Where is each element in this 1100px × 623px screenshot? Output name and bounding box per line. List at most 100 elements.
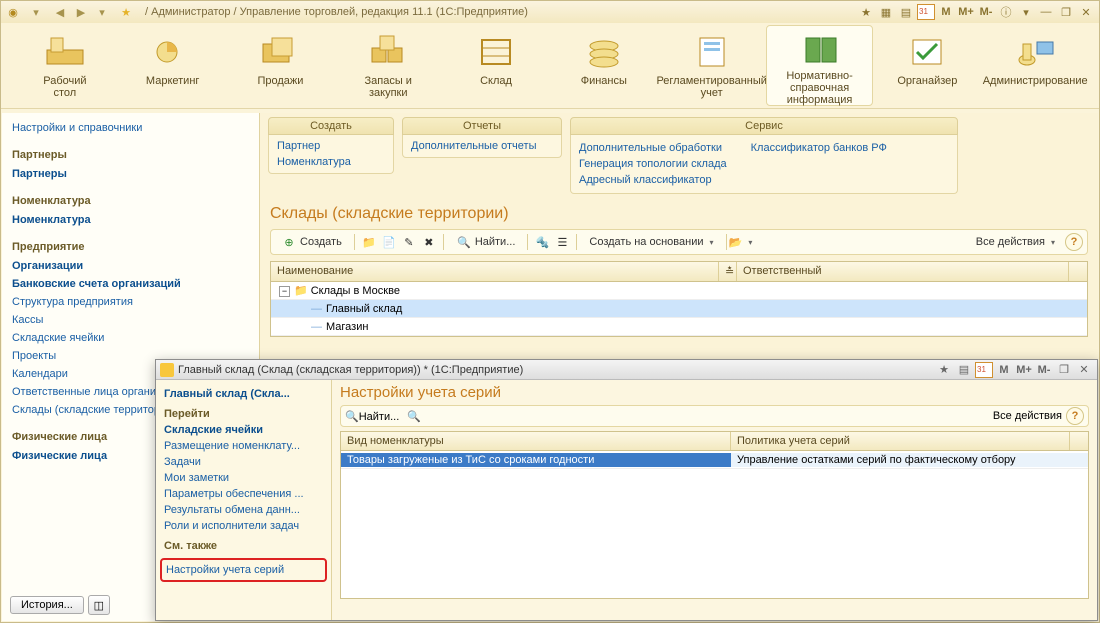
inner-left-nav: Главный склад (Скла... Перейти Складские… <box>156 380 332 620</box>
section-organizer[interactable]: Органайзер <box>873 25 981 106</box>
nav-enterprise-structure[interactable]: Структура предприятия <box>12 293 249 311</box>
app-logo-icon <box>160 363 174 377</box>
cmd-create-nomenclature[interactable]: Номенклатура <box>277 154 385 170</box>
item-icon: — <box>311 303 322 315</box>
memory-mminus[interactable]: M- <box>977 4 995 20</box>
cancel-find-button[interactable]: 🔍 <box>407 410 421 423</box>
clear-filter-button[interactable]: 🔩 <box>534 234 550 250</box>
section-sales[interactable]: Продажи <box>227 25 335 106</box>
restore-button[interactable]: ❐ <box>1057 4 1075 20</box>
grid-head-sort[interactable]: ≛ <box>719 262 737 281</box>
inner-nav-cells[interactable]: Складские ячейки <box>164 422 323 438</box>
window-title: / Администратор / Управление торговлей, … <box>141 6 851 18</box>
toolbar: ⊕Создать 📁 📄 ✎ ✖ 🔍Найти... 🔩 ☰ Создать н… <box>270 229 1088 255</box>
all-actions-button[interactable]: Все действия <box>993 410 1062 422</box>
cmd-address-classifier[interactable]: Адресный классификатор <box>579 172 727 188</box>
grid-head-kind[interactable]: Вид номенклатуры <box>341 432 731 450</box>
new-folder-button[interactable]: 📁 <box>361 234 377 250</box>
command-bar: Создать Партнер Номенклатура Отчеты Допо… <box>260 113 1098 199</box>
inner-nav-notes[interactable]: Мои заметки <box>164 470 323 486</box>
inner-nav-placement[interactable]: Размещение номенклату... <box>164 438 323 454</box>
favorites-icon[interactable]: ★ <box>935 362 953 378</box>
minimize-button[interactable]: — <box>1037 4 1055 20</box>
history-button[interactable]: История... <box>10 596 84 614</box>
inner-nav-header[interactable]: Главный склад (Скла... <box>164 386 323 402</box>
create-button[interactable]: ⊕Создать <box>275 232 348 252</box>
help-button[interactable]: ? <box>1065 233 1083 251</box>
table-row[interactable]: −📁Склады в Москве <box>271 282 1087 300</box>
inner-toolbar: 🔍Найти... 🔍 Все действия ? <box>340 405 1089 427</box>
folder-icon: 📁 <box>294 285 308 297</box>
table-row[interactable]: —Главный склад <box>271 300 1087 318</box>
cmd-group-reports: Отчеты <box>402 117 562 135</box>
inner-nav-supply-params[interactable]: Параметры обеспечения ... <box>164 486 323 502</box>
dropdown-icon[interactable]: ▾ <box>27 3 45 21</box>
inner-nav-exchange-results[interactable]: Результаты обмена данн... <box>164 502 323 518</box>
nav-cashboxes[interactable]: Кассы <box>12 311 249 329</box>
tree-toggle-icon[interactable]: − <box>279 286 290 297</box>
inner-nav-series-settings-highlight: Настройки учета серий <box>160 558 327 582</box>
section-marketing[interactable]: Маркетинг <box>119 25 227 106</box>
calendar-icon[interactable] <box>917 4 935 20</box>
cmd-additional-processing[interactable]: Дополнительные обработки <box>579 140 727 156</box>
app-logo-icon: ◉ <box>5 4 21 20</box>
find-button[interactable]: 🔍Найти... <box>345 410 399 423</box>
restore-button[interactable]: ❐ <box>1055 362 1073 378</box>
section-finance[interactable]: Финансы <box>550 25 658 106</box>
help-button[interactable]: ? <box>1066 407 1084 425</box>
inner-nav-roles[interactable]: Роли и исполнители задач <box>164 518 323 534</box>
cmd-create-partner[interactable]: Партнер <box>277 138 385 154</box>
cmd-bank-classifier[interactable]: Классификатор банков РФ <box>751 140 887 156</box>
nav-nomenclature[interactable]: Номенклатура <box>12 211 249 229</box>
edit-button[interactable]: ✎ <box>401 234 417 250</box>
favorites-icon[interactable]: ★ <box>857 4 875 20</box>
memory-mminus[interactable]: M- <box>1035 362 1053 378</box>
close-button[interactable]: ✕ <box>1075 362 1093 378</box>
grid-icon[interactable]: ▦ <box>877 4 895 20</box>
forward-button[interactable]: ▶ <box>72 3 90 21</box>
info-icon[interactable]: ⓘ <box>997 4 1015 20</box>
memory-mplus[interactable]: M+ <box>957 4 975 20</box>
section-regaccounting[interactable]: Регламентированныйучет <box>658 25 766 106</box>
inner-nav-tasks[interactable]: Задачи <box>164 454 323 470</box>
section-refdata[interactable]: Нормативно-справочнаяинформация <box>766 25 874 106</box>
inner-page-title: Настройки учета серий <box>340 384 1089 405</box>
find-button[interactable]: 🔍Найти... <box>450 232 522 252</box>
inner-titlebar: Главный склад (Склад (складская территор… <box>156 360 1097 380</box>
table-row[interactable]: —Магазин <box>271 318 1087 336</box>
panels-button[interactable]: ◫ <box>88 595 110 615</box>
calc-icon[interactable]: ▤ <box>897 4 915 20</box>
grid-head-policy[interactable]: Политика учета серий <box>731 432 1070 450</box>
memory-m[interactable]: M <box>937 4 955 20</box>
grid-head-responsible[interactable]: Ответственный <box>737 262 1069 281</box>
table-row[interactable]: Товары загруженые из ТиС со сроками годн… <box>341 451 1088 469</box>
memory-m[interactable]: M <box>995 362 1013 378</box>
calendar-icon[interactable] <box>975 362 993 378</box>
all-actions-button[interactable]: Все действия <box>970 234 1061 250</box>
calc-icon[interactable]: ▤ <box>955 362 973 378</box>
memory-mplus[interactable]: M+ <box>1015 362 1033 378</box>
list-mode-button[interactable]: ☰ <box>554 234 570 250</box>
section-admin[interactable]: Администрирование <box>981 25 1089 106</box>
favorite-icon[interactable]: ★ <box>117 3 135 21</box>
section-inventory[interactable]: Запасы изакупки <box>334 25 442 106</box>
back-button[interactable]: ◀ <box>51 3 69 21</box>
nav-organizations[interactable]: Организации <box>12 257 249 275</box>
nav-partners[interactable]: Партнеры <box>12 165 249 183</box>
cmd-topology-gen[interactable]: Генерация топологии склада <box>579 156 727 172</box>
dropdown-icon[interactable]: ▾ <box>1017 4 1035 20</box>
nav-bank-accounts[interactable]: Банковские счета организаций <box>12 275 249 293</box>
go-button[interactable]: 📂 <box>733 234 749 250</box>
delete-button[interactable]: ✖ <box>421 234 437 250</box>
section-warehouse[interactable]: Склад <box>442 25 550 106</box>
close-button[interactable]: ✕ <box>1077 4 1095 20</box>
nav-warehouse-cells[interactable]: Складские ячейки <box>12 329 249 347</box>
section-desktop[interactable]: Рабочийстол <box>11 25 119 106</box>
dropdown-icon[interactable]: ▾ <box>93 3 111 21</box>
grid-head-name[interactable]: Наименование <box>271 262 719 281</box>
nav-settings-ref[interactable]: Настройки и справочники <box>12 119 249 137</box>
create-based-button[interactable]: Создать на основании <box>583 234 719 250</box>
copy-button[interactable]: 📄 <box>381 234 397 250</box>
inner-nav-series-settings[interactable]: Настройки учета серий <box>166 562 321 578</box>
cmd-additional-reports[interactable]: Дополнительные отчеты <box>411 138 553 154</box>
